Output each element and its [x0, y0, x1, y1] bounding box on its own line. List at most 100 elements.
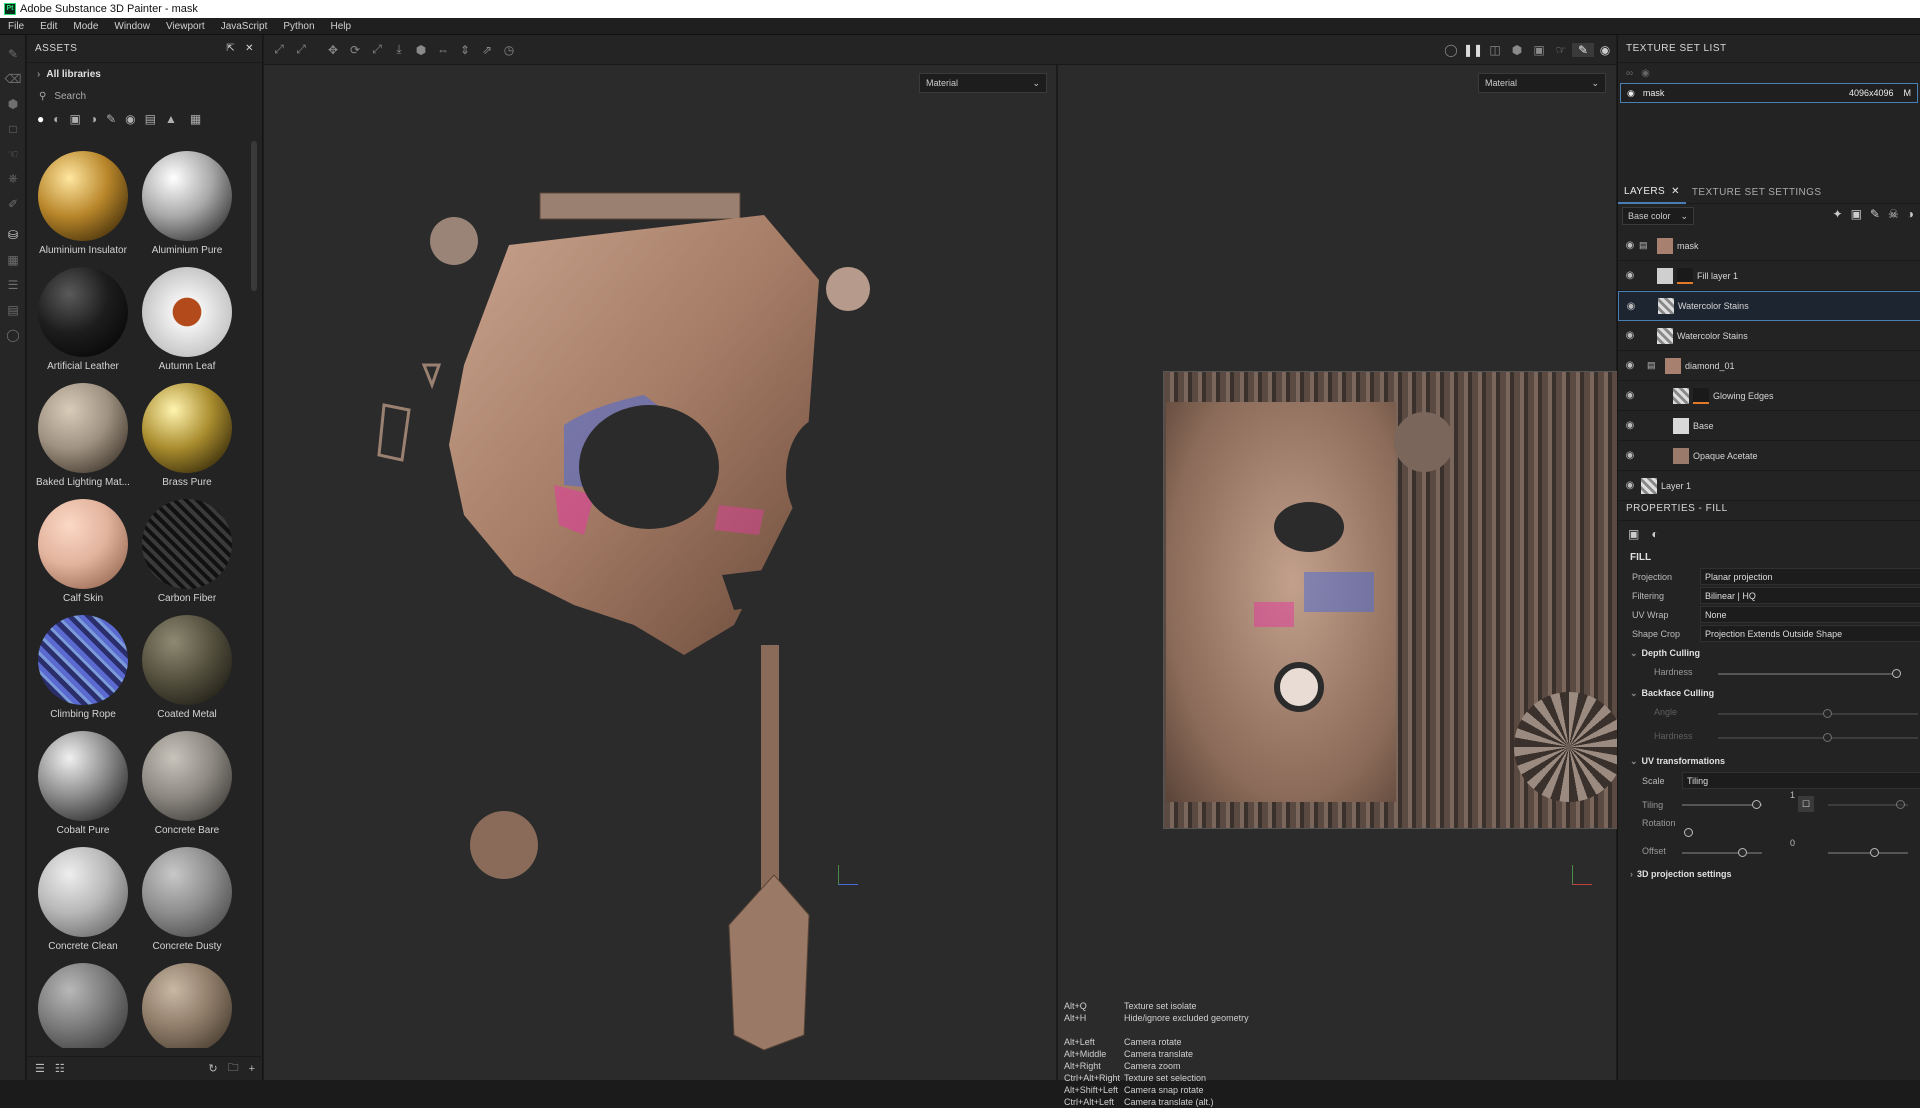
- menu-window[interactable]: Window: [106, 21, 158, 32]
- eraser-icon[interactable]: ⌫: [0, 66, 26, 91]
- texture-set-icon[interactable]: ▦: [0, 247, 26, 272]
- cube-icon[interactable]: ⬢: [1506, 43, 1528, 57]
- shapecrop-select[interactable]: Projection Extends Outside Shape: [1700, 625, 1920, 642]
- material-tile[interactable]: Concrete Clean: [31, 839, 135, 955]
- add-mask-icon[interactable]: ▣: [1851, 207, 1862, 221]
- rotation-slider[interactable]: Rotation: [1618, 816, 1920, 838]
- menu-file[interactable]: File: [0, 21, 32, 32]
- material-tile[interactable]: [31, 955, 135, 1048]
- close-icon[interactable]: ✕: [1671, 186, 1680, 197]
- eye-icon[interactable]: ◉: [1621, 480, 1639, 491]
- add-fill-layer-icon[interactable]: ☠: [1888, 207, 1899, 221]
- offset-slider[interactable]: Offset 0: [1618, 838, 1920, 864]
- slider-knob[interactable]: [1896, 800, 1905, 809]
- visibility-icon[interactable]: ◉: [1641, 68, 1650, 79]
- add-folder-icon[interactable]: ◑: [1907, 207, 1914, 221]
- eye-icon[interactable]: ◉: [1621, 270, 1639, 281]
- material-tile[interactable]: Climbing Rope: [31, 607, 135, 723]
- add-paint-layer-icon[interactable]: ✎: [1870, 207, 1880, 221]
- view-2d[interactable]: Material ⌄: [1058, 65, 1624, 1080]
- scale-icon[interactable]: ⤢: [366, 42, 388, 57]
- display-settings-icon[interactable]: ◯: [0, 322, 26, 347]
- eye-icon[interactable]: ◉: [1621, 330, 1639, 341]
- filter-particles-icon[interactable]: ◉: [125, 112, 135, 126]
- list-view-icon[interactable]: ☰: [35, 1062, 45, 1075]
- slider-knob[interactable]: [1870, 848, 1879, 857]
- view-3d[interactable]: Material ⌄: [264, 65, 1056, 1080]
- material-tile[interactable]: Carbon Fiber: [135, 491, 239, 607]
- uvwrap-select[interactable]: None: [1700, 606, 1920, 623]
- polygon-fill-icon[interactable]: □: [0, 116, 26, 141]
- material-tile[interactable]: [135, 955, 239, 1048]
- library-selector[interactable]: › All libraries: [27, 63, 262, 85]
- layer-row[interactable]: ◉ Base: [1618, 411, 1920, 441]
- scale-select[interactable]: Tiling: [1682, 772, 1920, 789]
- properties-icon[interactable]: ▤: [0, 297, 26, 322]
- material-tile[interactable]: Aluminium Insulator: [31, 143, 135, 259]
- search-input[interactable]: ⚲ Search: [27, 85, 262, 107]
- symmetry-icon[interactable]: ⇗: [476, 43, 498, 57]
- layer-row[interactable]: ◉ ▤ diamond_01: [1618, 351, 1920, 381]
- slider-knob[interactable]: [1684, 828, 1693, 837]
- close-icon[interactable]: ✕: [245, 43, 254, 54]
- transform-icon[interactable]: ⤢: [268, 42, 290, 57]
- link-icon[interactable]: ∞: [1626, 68, 1633, 79]
- menu-javascript[interactable]: JavaScript: [213, 21, 276, 32]
- material-properties-icon[interactable]: ◐: [1651, 527, 1658, 541]
- filter-environments-icon[interactable]: ▲: [165, 112, 177, 126]
- eye-icon[interactable]: ◉: [1621, 450, 1639, 461]
- add-effect-icon[interactable]: ✦: [1833, 207, 1843, 221]
- grid-view-icon[interactable]: ▦: [190, 112, 201, 126]
- layer-row[interactable]: ◉ ▤ mask: [1618, 231, 1920, 261]
- hide-icon[interactable]: ◯: [1440, 43, 1462, 57]
- transform-options-icon[interactable]: ⤢: [290, 42, 312, 57]
- folder-icon[interactable]: 🗀: [228, 1059, 239, 1078]
- depth-culling-section[interactable]: ⌄ Depth Culling: [1618, 643, 1920, 663]
- material-tile[interactable]: Cobalt Pure: [31, 723, 135, 839]
- layer-row[interactable]: ◉ Fill layer 1: [1618, 261, 1920, 291]
- filter-brushes-icon[interactable]: ✎: [106, 112, 116, 126]
- view-mode-icon[interactable]: ◫: [1484, 43, 1506, 57]
- filter-materials-icon[interactable]: ●: [37, 112, 44, 126]
- clone-stamp-icon[interactable]: ⎈: [0, 166, 26, 191]
- material-tile[interactable]: Calf Skin: [31, 491, 135, 607]
- material-tile[interactable]: Artificial Leather: [31, 259, 135, 375]
- slider-knob[interactable]: [1738, 848, 1747, 857]
- assets-icon[interactable]: ⛁: [0, 222, 26, 247]
- layer-row[interactable]: ◉ Watercolor Stains: [1618, 291, 1920, 321]
- material-tile[interactable]: Aluminium Pure: [135, 143, 239, 259]
- eye-icon[interactable]: ◉: [1621, 420, 1639, 431]
- eye-icon[interactable]: ◉: [1622, 301, 1640, 312]
- hardness2-slider[interactable]: Hardness: [1618, 727, 1920, 747]
- menu-edit[interactable]: Edit: [32, 21, 65, 32]
- smudge-icon[interactable]: ☜: [0, 141, 26, 166]
- fit-icon[interactable]: ⬢: [410, 43, 432, 57]
- menu-viewport[interactable]: Viewport: [158, 21, 213, 32]
- angle-slider[interactable]: Angle: [1618, 703, 1920, 723]
- projection-icon[interactable]: ⬢: [0, 91, 26, 116]
- mirror-y-icon[interactable]: ⇕: [454, 43, 476, 57]
- eye-icon[interactable]: ◉: [1621, 360, 1639, 371]
- add-icon[interactable]: +: [249, 1063, 255, 1075]
- filtering-select[interactable]: Bilinear | HQ: [1700, 587, 1920, 604]
- float-panel-icon[interactable]: ⇱: [226, 43, 235, 54]
- rendering-icon[interactable]: ☞: [1550, 43, 1572, 57]
- slider-knob[interactable]: [1752, 800, 1761, 809]
- camera-mode-icon[interactable]: ▣: [1528, 43, 1550, 57]
- move-icon[interactable]: ✥: [322, 43, 344, 57]
- layer-row[interactable]: ◉ Opaque Acetate: [1618, 441, 1920, 471]
- mirror-x-icon[interactable]: ⇔: [432, 43, 454, 57]
- menu-python[interactable]: Python: [275, 21, 322, 32]
- paint-mode-icon[interactable]: ✎: [1572, 42, 1594, 57]
- eye-icon[interactable]: ◉: [1627, 88, 1635, 99]
- menu-help[interactable]: Help: [323, 21, 360, 32]
- refresh-icon[interactable]: ↻: [208, 1062, 217, 1075]
- view-2d-mode-select[interactable]: Material ⌄: [1478, 73, 1606, 93]
- slider-knob[interactable]: [1892, 669, 1901, 678]
- layer-row[interactable]: ◉ Watercolor Stains: [1618, 321, 1920, 351]
- slider-knob[interactable]: [1823, 709, 1832, 718]
- filter-tools-icon[interactable]: ▤: [145, 112, 156, 126]
- backface-culling-section[interactable]: ⌄ Backface Culling: [1618, 683, 1920, 703]
- paint-brush-icon[interactable]: ✎: [0, 41, 26, 66]
- material-tile[interactable]: Coated Metal: [135, 607, 239, 723]
